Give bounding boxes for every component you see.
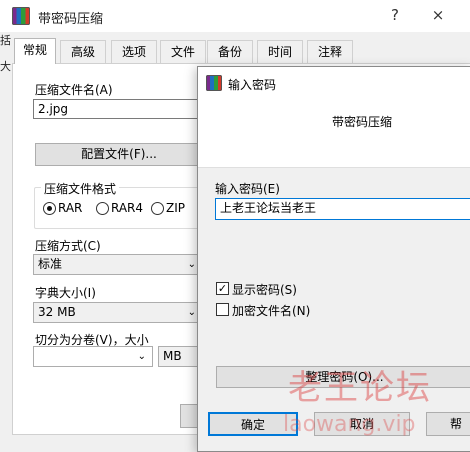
tab-options[interactable]: 选项	[111, 40, 157, 63]
format-zip-radio[interactable]	[151, 202, 164, 215]
tab-general[interactable]: 常规	[14, 38, 56, 64]
method-select-value: 标准	[38, 257, 63, 271]
format-rar4-radio[interactable]	[96, 202, 109, 215]
password-input[interactable]: 上老王论坛当老王	[215, 198, 470, 220]
chevron-down-icon: ⌄	[137, 351, 146, 362]
show-password-label: 显示密码(S)	[232, 283, 297, 297]
dialog-title-bar: 输入密码	[198, 67, 470, 99]
format-rar-label: RAR	[58, 201, 83, 215]
main-title-bar: 带密码压缩 ? ×	[0, 0, 470, 32]
winrar-app-icon	[206, 75, 222, 91]
show-password-checkbox[interactable]: ✓	[216, 282, 229, 295]
method-label: 压缩方式(C)	[35, 239, 101, 253]
profiles-button[interactable]: 配置文件(F)...	[35, 143, 203, 166]
tab-advanced[interactable]: 高级	[60, 40, 106, 63]
split-size-input[interactable]: ⌄	[33, 346, 153, 367]
chevron-down-icon: ⌄	[187, 259, 196, 270]
tab-comment[interactable]: 注释	[307, 40, 353, 63]
tab-files[interactable]: 文件	[160, 40, 206, 63]
side-fragment-text-2: 大	[0, 60, 11, 73]
watermark-url: laowang.vip	[283, 412, 416, 437]
main-window-title: 带密码压缩	[38, 12, 104, 27]
chevron-down-icon: ⌄	[187, 307, 196, 318]
password-label: 输入密码(E)	[215, 182, 280, 196]
dict-label: 字典大小(I)	[35, 286, 96, 300]
help-button[interactable]: 帮	[426, 412, 470, 436]
close-title-button[interactable]: ×	[426, 4, 450, 26]
dict-select[interactable]: 32 MB ⌄	[33, 302, 203, 323]
format-rar4-label: RAR4	[111, 201, 144, 215]
dict-select-value: 32 MB	[38, 305, 76, 319]
format-group-label: 压缩文件格式	[41, 180, 120, 197]
tab-backup[interactable]: 备份	[207, 40, 253, 63]
dialog-title: 输入密码	[228, 78, 277, 92]
help-title-button[interactable]: ?	[383, 4, 407, 26]
archive-name-label: 压缩文件名(A)	[35, 83, 113, 97]
format-rar-radio[interactable]	[43, 202, 56, 215]
split-unit-value: MB	[163, 349, 182, 363]
method-select[interactable]: 标准 ⌄	[33, 254, 203, 275]
tab-time[interactable]: 时间	[257, 40, 303, 63]
winrar-app-icon	[12, 7, 30, 25]
side-fragment-text: 括	[0, 34, 11, 47]
archive-name-input[interactable]: 2.jpg	[33, 99, 203, 119]
dialog-header: 带密码压缩	[198, 99, 470, 168]
format-zip-label: ZIP	[166, 201, 185, 215]
encrypt-names-label: 加密文件名(N)	[232, 304, 311, 318]
dialog-header-text: 带密码压缩	[332, 115, 393, 129]
watermark-text: 老王论坛	[288, 368, 432, 408]
encrypt-names-checkbox[interactable]	[216, 303, 229, 316]
